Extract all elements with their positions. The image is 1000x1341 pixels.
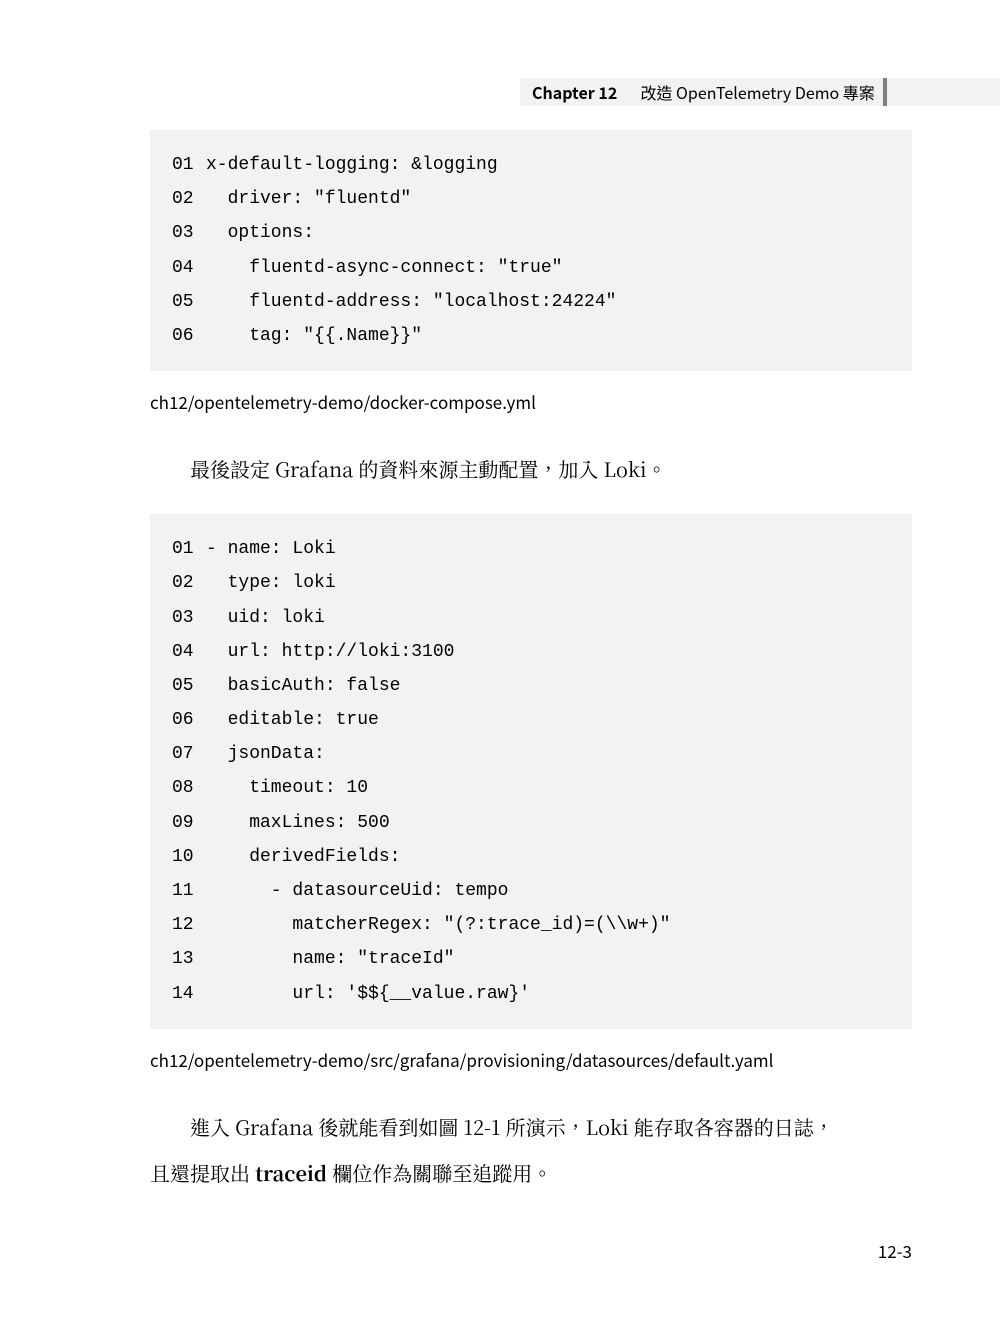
code-text: basicAuth: false xyxy=(206,669,400,703)
code-line: 04 url: http://loki:3100 xyxy=(172,635,890,669)
paragraph-2-line1: 進入 Grafana 後就能看到如圖 12-1 所演示，Loki 能存取各容器的… xyxy=(190,1112,834,1141)
code-line: 10 derivedFields: xyxy=(172,840,890,874)
code-text: timeout: 10 xyxy=(206,771,368,805)
code-line: 04 fluentd-async-connect: "true" xyxy=(172,251,890,285)
line-number: 04 xyxy=(172,635,206,669)
code-text: fluentd-async-connect: "true" xyxy=(206,251,562,285)
code-line: 01x-default-logging: &logging xyxy=(172,148,890,182)
code-text: url: http://loki:3100 xyxy=(206,635,454,669)
code-line: 09 maxLines: 500 xyxy=(172,806,890,840)
code-text: options: xyxy=(206,216,314,250)
line-number: 02 xyxy=(172,566,206,600)
chapter-number: Chapter 12 xyxy=(532,80,617,104)
code-text: fluentd-address: "localhost:24224" xyxy=(206,285,616,319)
code-block-1: 01x-default-logging: &logging02 driver: … xyxy=(150,130,912,371)
line-number: 10 xyxy=(172,840,206,874)
line-number: 14 xyxy=(172,977,206,1011)
code-text: name: "traceId" xyxy=(206,942,454,976)
paragraph-2-suffix: 欄位作為關聯至追蹤用。 xyxy=(327,1158,552,1187)
line-number: 01 xyxy=(172,148,206,182)
code-line: 06 editable: true xyxy=(172,703,890,737)
code-line: 07 jsonData: xyxy=(172,737,890,771)
line-number: 09 xyxy=(172,806,206,840)
code-line: 08 timeout: 10 xyxy=(172,771,890,805)
page-content: 01x-default-logging: &logging02 driver: … xyxy=(150,130,912,1196)
code-text: type: loki xyxy=(206,566,336,600)
line-number: 03 xyxy=(172,216,206,250)
line-number: 12 xyxy=(172,908,206,942)
code-text: matcherRegex: "(?:trace_id)=(\\w+)" xyxy=(206,908,670,942)
code-caption-1: ch12/opentelemetry-demo/docker-compose.y… xyxy=(150,389,912,414)
code-line: 01- name: Loki xyxy=(172,532,890,566)
paragraph-2-bold: traceid xyxy=(255,1158,327,1187)
chapter-header: Chapter 12 改造 OpenTelemetry Demo 專案 xyxy=(520,78,1000,106)
code-line: 06 tag: "{{.Name}}" xyxy=(172,319,890,353)
code-caption-2: ch12/opentelemetry-demo/src/grafana/prov… xyxy=(150,1047,912,1072)
code-text: uid: loki xyxy=(206,601,325,635)
line-number: 02 xyxy=(172,182,206,216)
code-line: 02 type: loki xyxy=(172,566,890,600)
code-text: tag: "{{.Name}}" xyxy=(206,319,422,353)
code-line: 11 - datasourceUid: tempo xyxy=(172,874,890,908)
code-text: jsonData: xyxy=(206,737,325,771)
line-number: 11 xyxy=(172,874,206,908)
code-text: derivedFields: xyxy=(206,840,400,874)
code-line: 13 name: "traceId" xyxy=(172,942,890,976)
line-number: 07 xyxy=(172,737,206,771)
line-number: 06 xyxy=(172,319,206,353)
code-line: 14 url: '$${__value.raw}' xyxy=(172,977,890,1011)
code-text: driver: "fluentd" xyxy=(206,182,411,216)
line-number: 05 xyxy=(172,285,206,319)
line-number: 04 xyxy=(172,251,206,285)
code-line: 02 driver: "fluentd" xyxy=(172,182,890,216)
code-line: 05 basicAuth: false xyxy=(172,669,890,703)
page-number: 12-3 xyxy=(878,1238,912,1263)
chapter-title: 改造 OpenTelemetry Demo 專案 xyxy=(640,80,874,104)
line-number: 08 xyxy=(172,771,206,805)
code-line: 12 matcherRegex: "(?:trace_id)=(\\w+)" xyxy=(172,908,890,942)
code-text: x-default-logging: &logging xyxy=(206,148,498,182)
paragraph-2: 進入 Grafana 後就能看到如圖 12-1 所演示，Loki 能存取各容器的… xyxy=(150,1104,912,1196)
chapter-label: Chapter 12 改造 OpenTelemetry Demo 專案 xyxy=(532,80,875,104)
code-text: editable: true xyxy=(206,703,379,737)
line-number: 01 xyxy=(172,532,206,566)
code-text: maxLines: 500 xyxy=(206,806,390,840)
code-block-2: 01- name: Loki02 type: loki03 uid: loki0… xyxy=(150,514,912,1029)
code-line: 05 fluentd-address: "localhost:24224" xyxy=(172,285,890,319)
line-number: 06 xyxy=(172,703,206,737)
code-text: - name: Loki xyxy=(206,532,336,566)
header-marker xyxy=(883,78,887,106)
line-number: 03 xyxy=(172,601,206,635)
code-text: url: '$${__value.raw}' xyxy=(206,977,530,1011)
paragraph-2-prefix: 且還提取出 xyxy=(150,1158,255,1187)
line-number: 05 xyxy=(172,669,206,703)
paragraph-1: 最後設定 Grafana 的資料來源主動配置，加入 Loki。 xyxy=(150,446,912,492)
code-text: - datasourceUid: tempo xyxy=(206,874,508,908)
code-line: 03 uid: loki xyxy=(172,601,890,635)
line-number: 13 xyxy=(172,942,206,976)
code-line: 03 options: xyxy=(172,216,890,250)
